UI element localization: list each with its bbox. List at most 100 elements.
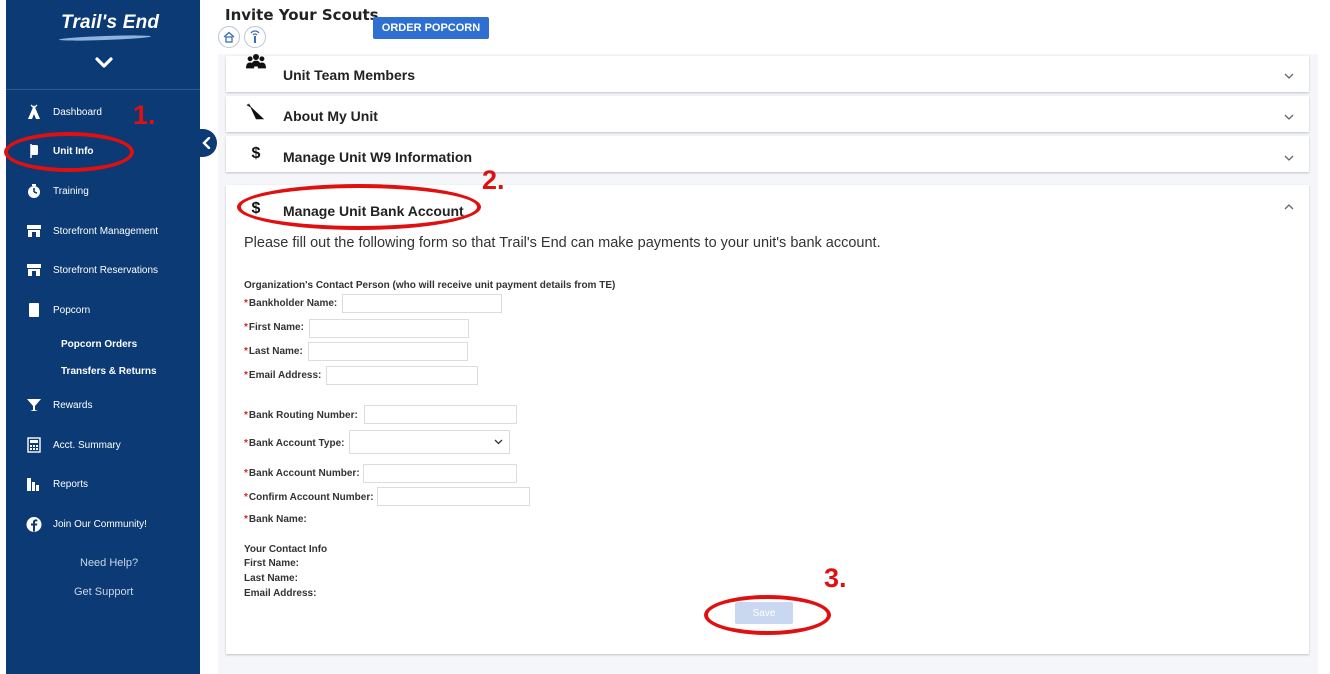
sidebar-item-label: Dashboard (53, 106, 102, 118)
panel-manage-unit-w9: $ Manage Unit W9 Information (226, 136, 1309, 172)
label-text: Bank Account Type: (248, 438, 345, 449)
your-contact-heading: Your Contact Info (244, 544, 328, 555)
chevron-up-icon[interactable] (1283, 203, 1295, 211)
sidebar-item-training[interactable]: Training (6, 178, 200, 204)
chevron-down-icon[interactable] (1283, 72, 1295, 80)
required-mark: * (244, 370, 248, 381)
bank-account-number-input[interactable] (363, 464, 517, 483)
email-address-input[interactable] (326, 366, 478, 385)
sidebar-item-acct-summary[interactable]: Acct. Summary (6, 432, 200, 458)
your-first-name-label: First Name: (244, 558, 300, 569)
chevron-down-icon[interactable] (1283, 154, 1295, 162)
home-icon[interactable] (218, 26, 240, 48)
sidebar-item-label: Popcorn (53, 304, 91, 316)
label-text: Bank Routing Number: (248, 410, 358, 421)
sidebar-item-label: Join Our Community! (53, 518, 147, 530)
page-title: Invite Your Scouts (225, 6, 379, 24)
tent-icon (246, 102, 266, 122)
chevron-down-icon[interactable] (94, 55, 114, 71)
panel-manage-unit-bank-account: $ Manage Unit Bank Account Please fill o… (226, 185, 1309, 654)
trophy-icon (26, 397, 42, 413)
sidebar-item-dashboard[interactable]: Dashboard (6, 99, 200, 125)
panel-header[interactable]: About My Unit (226, 96, 1309, 134)
users-icon (246, 52, 266, 72)
panel-title: Unit Team Members (283, 67, 415, 83)
bank-account-number-label: *Bank Account Number: (244, 468, 360, 479)
panel-title: Manage Unit W9 Information (283, 149, 472, 165)
sidebar-item-join-community[interactable]: Join Our Community! (6, 511, 200, 537)
storefront-icon (26, 262, 42, 278)
sidebar-item-label: Training (53, 185, 89, 197)
get-support-link[interactable]: Get Support (74, 586, 133, 598)
annotation-ring-save (704, 595, 831, 635)
confirm-account-number-input[interactable] (377, 487, 530, 506)
your-email-label: Email Address: (244, 588, 317, 599)
sidebar-item-storefront-management[interactable]: Storefront Management (6, 218, 200, 244)
sidebar-subitem-popcorn-orders[interactable]: Popcorn Orders (61, 339, 137, 350)
sidebar-divider (6, 89, 200, 90)
popcorn-icon (26, 302, 42, 318)
bankholder-name-label: *Bankholder Name: (244, 298, 337, 309)
chevron-down-icon (494, 439, 503, 445)
panel-header[interactable]: Unit Team Members (226, 54, 1309, 94)
annotation-step-1: 1. (133, 100, 156, 130)
sidebar-item-reports[interactable]: Reports (6, 471, 200, 497)
reports-icon (26, 476, 42, 492)
annotation-step-3: 3. (824, 563, 847, 593)
bank-account-type-select[interactable] (349, 430, 510, 454)
email-address-label: *Email Address: (244, 370, 321, 381)
label-text: Bankholder Name: (248, 298, 338, 309)
sidebar-item-storefront-reservations[interactable]: Storefront Reservations (6, 257, 200, 283)
bank-routing-number-label: *Bank Routing Number: (244, 410, 358, 421)
last-name-label: *Last Name: (244, 346, 303, 357)
sidebar-collapse-toggle[interactable] (197, 129, 217, 157)
required-mark: * (244, 438, 248, 449)
bank-routing-number-input[interactable] (364, 405, 517, 424)
required-mark: * (244, 514, 248, 525)
panel-title: About My Unit (283, 108, 378, 124)
dollar-icon: $ (251, 145, 261, 162)
required-mark: * (244, 298, 248, 309)
annotation-step-2: 2. (482, 165, 505, 195)
required-mark: * (244, 346, 248, 357)
logo-swoosh (58, 34, 152, 42)
label-text: Email Address: (248, 370, 322, 381)
sidebar-subitem-transfers-returns[interactable]: Transfers & Returns (61, 366, 157, 377)
label-text: Last Name: (248, 346, 303, 357)
calculator-icon (26, 437, 42, 453)
bank-form-intro: Please fill out the following form so th… (244, 235, 881, 251)
sidebar-item-rewards[interactable]: Rewards (6, 392, 200, 418)
required-mark: * (244, 410, 248, 421)
label-text: Bank Name: (248, 514, 307, 525)
contact-person-heading: Organization's Contact Person (who will … (244, 280, 616, 291)
label-text: First Name: (248, 322, 304, 333)
bank-name-label: *Bank Name: (244, 514, 307, 525)
your-last-name-label: Last Name: (244, 573, 298, 584)
last-name-input[interactable] (308, 342, 468, 361)
chevron-left-icon (202, 137, 211, 149)
sidebar-item-label: Reports (53, 478, 89, 490)
bankholder-name-input[interactable] (342, 294, 502, 313)
required-mark: * (244, 492, 248, 503)
first-name-label: *First Name: (244, 322, 304, 333)
label-text: Confirm Account Number: (248, 492, 374, 503)
tent-icon (26, 104, 42, 120)
panel-header[interactable]: $ Manage Unit W9 Information (226, 136, 1309, 174)
broadcast-icon[interactable] (244, 26, 266, 48)
order-popcorn-button[interactable]: ORDER POPCORN (373, 17, 489, 39)
sidebar-item-label: Rewards (53, 399, 93, 411)
first-name-input[interactable] (309, 319, 469, 338)
panel-unit-team-members: Unit Team Members (226, 54, 1309, 94)
sidebar-item-popcorn[interactable]: Popcorn (6, 297, 200, 323)
label-text: Bank Account Number: (248, 468, 360, 479)
panel-about-my-unit: About My Unit (226, 96, 1309, 132)
annotation-ring-unit-info (4, 132, 134, 172)
storefront-icon (26, 223, 42, 239)
required-mark: * (244, 322, 248, 333)
bank-account-type-label: *Bank Account Type: (244, 438, 344, 449)
need-help-link[interactable]: Need Help? (80, 557, 138, 569)
chevron-down-icon[interactable] (1283, 113, 1295, 121)
trails-end-logo[interactable]: Trail's End (61, 12, 159, 34)
facebook-icon (26, 516, 42, 532)
sidebar-item-label: Storefront Reservations (53, 264, 159, 276)
